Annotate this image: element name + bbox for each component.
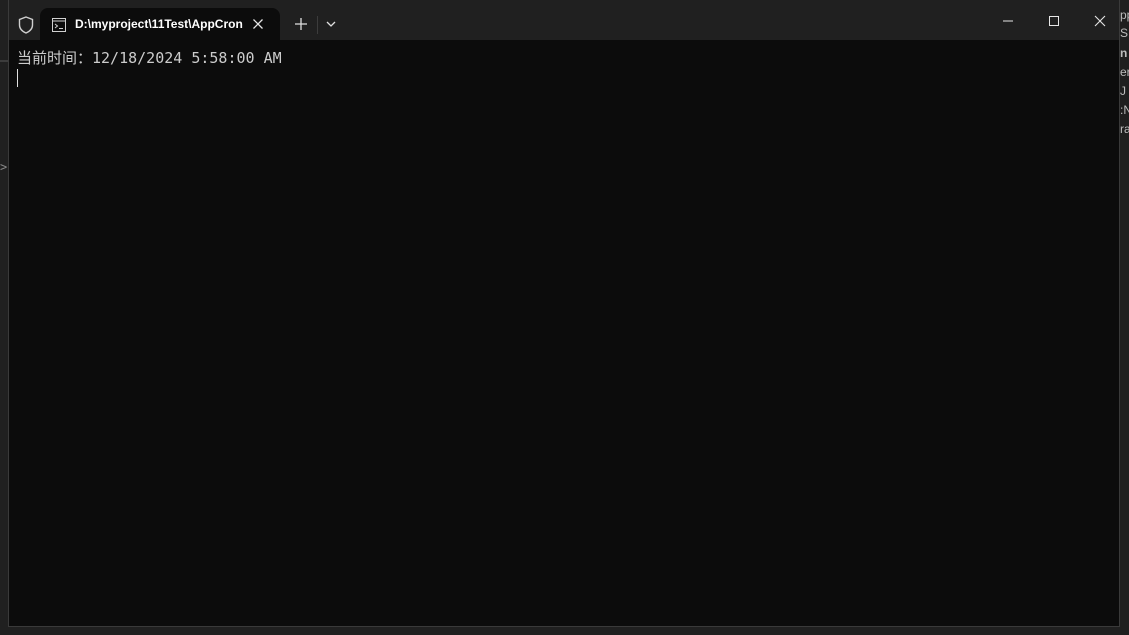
background-text-fragment: J <box>1120 84 1126 98</box>
background-chevron: > <box>0 160 8 174</box>
background-text-fragment: n <box>1120 46 1128 60</box>
shield-icon <box>17 15 35 35</box>
close-icon <box>1094 15 1106 27</box>
tab-active[interactable]: D:\myproject\11Test\AppCron <box>40 8 280 40</box>
background-text-fragment: ra <box>1120 122 1129 136</box>
background-text-fragment: :N <box>1120 103 1129 117</box>
minimize-icon <box>1003 20 1013 22</box>
background-text-fragment: er <box>1120 65 1129 79</box>
chevron-down-icon[interactable] <box>322 16 340 32</box>
background-line <box>0 60 8 62</box>
divider <box>317 16 318 34</box>
tab-title: D:\myproject\11Test\AppCron <box>75 17 243 31</box>
maximize-button[interactable] <box>1030 0 1076 40</box>
close-icon[interactable] <box>250 16 266 32</box>
terminal-icon <box>52 17 66 32</box>
terminal-window: D:\myproject\11Test\AppCron 当前时间：12/18/2… <box>8 0 1120 627</box>
minimize-button[interactable] <box>984 0 1030 40</box>
close-button[interactable] <box>1076 0 1122 40</box>
terminal-output[interactable]: 当前时间：12/18/2024 5:58:00 AM <box>17 48 1111 618</box>
text-cursor <box>17 69 18 87</box>
title-bar[interactable]: D:\myproject\11Test\AppCron <box>9 0 1119 40</box>
background-window-edge: pp S n er J :N ra <box>1120 0 1129 635</box>
maximize-icon <box>1049 16 1059 26</box>
cursor-line <box>17 68 1111 92</box>
plus-icon[interactable] <box>291 14 311 34</box>
output-line: 当前时间：12/18/2024 5:58:00 AM <box>17 49 282 67</box>
